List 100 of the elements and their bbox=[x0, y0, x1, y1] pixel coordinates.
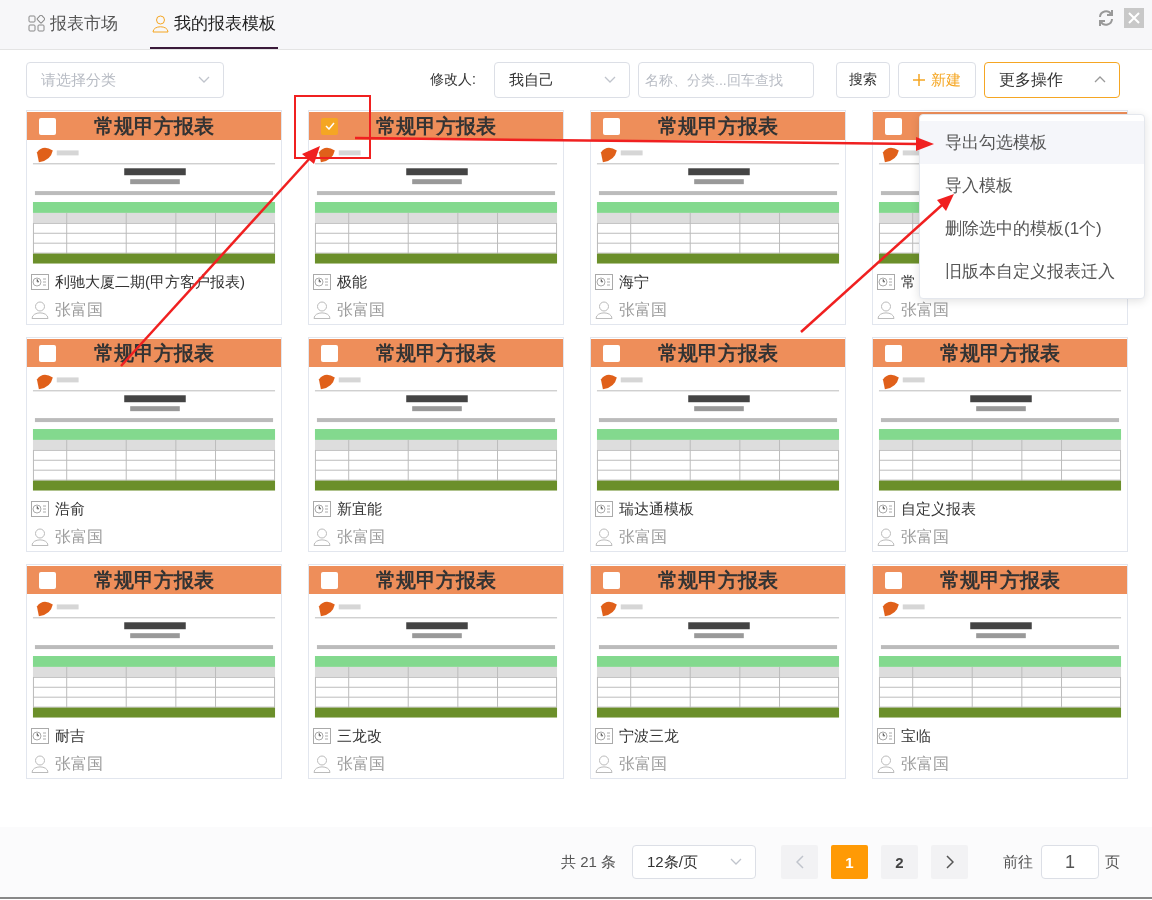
checkbox[interactable] bbox=[885, 117, 902, 135]
next-page-button[interactable] bbox=[931, 845, 968, 879]
card-title: 常规甲方报表 bbox=[375, 113, 497, 139]
checkbox[interactable] bbox=[321, 571, 338, 589]
card-name: 海宁 bbox=[619, 272, 649, 292]
checkbox[interactable] bbox=[603, 117, 620, 135]
report-icon bbox=[595, 501, 613, 517]
checkbox[interactable] bbox=[321, 117, 338, 135]
menu-item[interactable]: 旧版本自定义报表迁入 bbox=[920, 250, 1144, 293]
tab[interactable]: 我的报表模板 bbox=[150, 0, 278, 49]
card-author: 张富国 bbox=[55, 526, 103, 547]
plus-icon bbox=[913, 74, 925, 86]
user-icon bbox=[152, 14, 169, 33]
report-icon bbox=[31, 274, 49, 290]
card-name: 瑞达通模板 bbox=[619, 499, 694, 519]
user-icon bbox=[595, 528, 613, 546]
report-icon bbox=[31, 728, 49, 744]
template-card[interactable]: 常规甲方报表 浩俞 张富国 bbox=[26, 337, 282, 552]
modifier-label: 修改人: bbox=[430, 71, 476, 89]
page-suffix: 页 bbox=[1105, 852, 1120, 872]
report-icon bbox=[595, 728, 613, 744]
template-card[interactable]: 常规甲方报表 瑞达通模板 张富国 bbox=[590, 337, 846, 552]
card-name: 宁波三龙 bbox=[619, 726, 679, 746]
page-button[interactable]: 2 bbox=[881, 845, 918, 879]
modifier-select[interactable]: 我自己 bbox=[494, 62, 630, 98]
menu-item[interactable]: 导出勾选模板 bbox=[920, 121, 1144, 164]
report-icon bbox=[877, 501, 895, 517]
report-icon bbox=[595, 274, 613, 290]
user-icon bbox=[877, 755, 895, 773]
card-title: 常规甲方报表 bbox=[657, 340, 779, 366]
checkbox[interactable] bbox=[885, 571, 902, 589]
tab[interactable]: 报表市场 bbox=[26, 0, 120, 49]
template-card[interactable]: 常规甲方报表 新宜能 张富国 bbox=[308, 337, 564, 552]
card-author: 张富国 bbox=[337, 526, 385, 547]
checkbox[interactable] bbox=[39, 344, 56, 362]
card-author: 张富国 bbox=[337, 299, 385, 320]
checkbox[interactable] bbox=[603, 571, 620, 589]
menu-item[interactable]: 删除选中的模板(1个) bbox=[920, 207, 1144, 250]
card-name: 浩俞 bbox=[55, 499, 85, 519]
goto-label: 前往 bbox=[1003, 852, 1033, 872]
report-icon bbox=[877, 728, 895, 744]
card-title: 常规甲方报表 bbox=[375, 567, 497, 593]
template-card[interactable]: 常规甲方报表 三龙改 张富国 bbox=[308, 564, 564, 779]
report-icon bbox=[313, 501, 331, 517]
report-icon bbox=[313, 728, 331, 744]
report-icon bbox=[313, 274, 331, 290]
user-icon bbox=[595, 301, 613, 319]
card-title: 常规甲方报表 bbox=[375, 340, 497, 366]
page-size-select[interactable]: 12条/页 bbox=[632, 845, 756, 879]
search-button[interactable]: 搜索 bbox=[836, 62, 890, 98]
refresh-icon[interactable] bbox=[1096, 8, 1116, 28]
card-author: 张富国 bbox=[901, 526, 949, 547]
template-card[interactable]: 常规甲方报表 自定义报表 张富国 bbox=[872, 337, 1128, 552]
user-icon bbox=[595, 755, 613, 773]
close-icon[interactable] bbox=[1124, 8, 1144, 28]
checkbox[interactable] bbox=[603, 344, 620, 362]
report-icon bbox=[31, 501, 49, 517]
grid-icon bbox=[28, 14, 45, 33]
menu-item[interactable]: 导入模板 bbox=[920, 164, 1144, 207]
user-icon bbox=[313, 755, 331, 773]
card-title: 常规甲方报表 bbox=[93, 340, 215, 366]
user-icon bbox=[31, 301, 49, 319]
user-icon bbox=[313, 528, 331, 546]
card-author: 张富国 bbox=[619, 299, 667, 320]
card-name: 极能 bbox=[337, 272, 367, 292]
checkbox[interactable] bbox=[885, 344, 902, 362]
template-card[interactable]: 常规甲方报表 宝临 张富国 bbox=[872, 564, 1128, 779]
total-count: 共 21 条 bbox=[560, 852, 616, 872]
card-author: 张富国 bbox=[619, 753, 667, 774]
user-icon bbox=[31, 755, 49, 773]
checkbox[interactable] bbox=[39, 117, 56, 135]
card-name: 自定义报表 bbox=[901, 499, 976, 519]
card-title: 常规甲方报表 bbox=[939, 567, 1061, 593]
chevron-right-icon bbox=[945, 855, 954, 869]
user-icon bbox=[31, 528, 49, 546]
card-author: 张富国 bbox=[619, 526, 667, 547]
page-number-field[interactable]: 1 bbox=[1041, 845, 1099, 879]
template-card[interactable]: 常规甲方报表 极能 张富国 bbox=[308, 110, 564, 325]
card-title: 常规甲方报表 bbox=[93, 113, 215, 139]
card-title: 常规甲方报表 bbox=[657, 113, 779, 139]
card-author: 张富国 bbox=[55, 299, 103, 320]
card-name: 新宜能 bbox=[337, 499, 382, 519]
template-card[interactable]: 常规甲方报表 海宁 张富国 bbox=[590, 110, 846, 325]
chevron-left-icon bbox=[795, 855, 804, 869]
card-name: 耐吉 bbox=[55, 726, 85, 746]
user-icon bbox=[313, 301, 331, 319]
more-actions-button[interactable]: 更多操作 bbox=[984, 62, 1120, 98]
card-name: 宝临 bbox=[901, 726, 931, 746]
report-icon bbox=[877, 274, 895, 290]
search-field[interactable]: 名称、分类...回车查找 bbox=[638, 62, 814, 98]
checkbox[interactable] bbox=[321, 344, 338, 362]
template-card[interactable]: 常规甲方报表 宁波三龙 张富国 bbox=[590, 564, 846, 779]
checkbox[interactable] bbox=[39, 571, 56, 589]
card-author: 张富国 bbox=[901, 299, 949, 320]
template-card[interactable]: 常规甲方报表 耐吉 张富国 bbox=[26, 564, 282, 779]
user-icon bbox=[877, 528, 895, 546]
user-icon bbox=[877, 301, 895, 319]
card-title: 常规甲方报表 bbox=[93, 567, 215, 593]
card-title: 常规甲方报表 bbox=[657, 567, 779, 593]
card-author: 张富国 bbox=[337, 753, 385, 774]
